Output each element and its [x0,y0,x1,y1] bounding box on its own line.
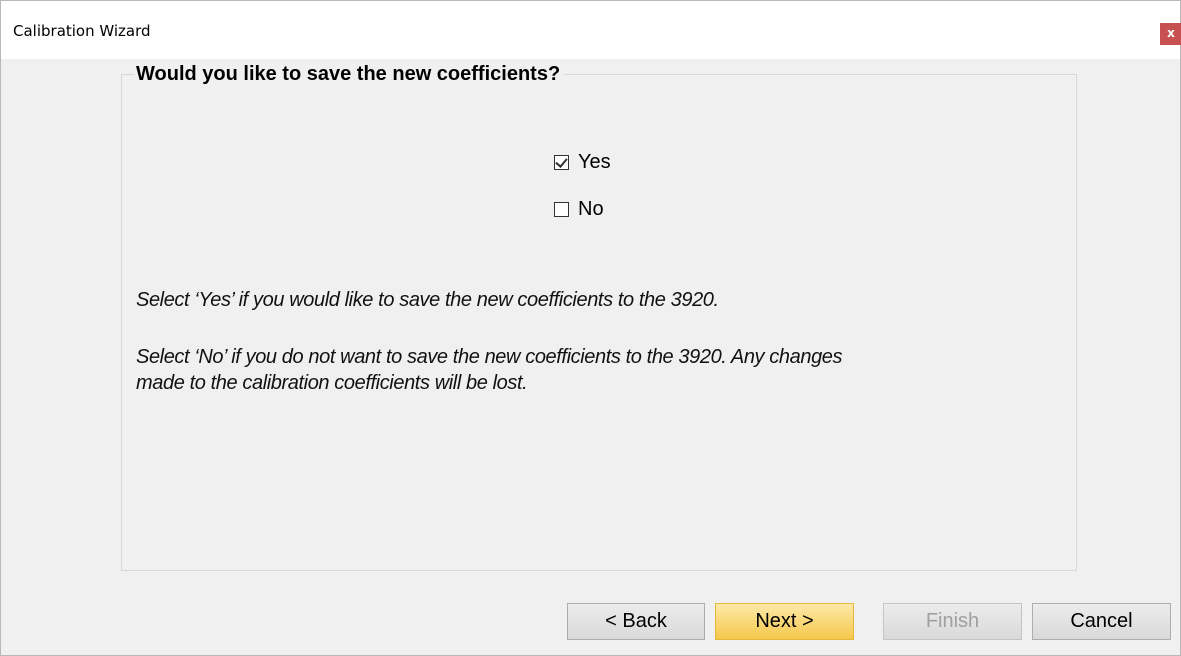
calibration-wizard-window: Calibration Wizard x Would you like to s… [0,0,1181,656]
window-title: Calibration Wizard [13,22,151,40]
checkmark-icon [555,155,568,168]
yes-label[interactable]: Yes [578,151,611,174]
no-label[interactable]: No [578,198,604,221]
next-button[interactable]: Next > [715,603,854,640]
yes-option[interactable]: Yes [554,151,611,174]
save-coefficients-groupbox [121,74,1077,571]
yes-checkbox[interactable] [554,155,569,170]
finish-button[interactable]: Finish [883,603,1022,640]
close-button[interactable]: x [1160,23,1181,45]
no-checkbox[interactable] [554,202,569,217]
cancel-button[interactable]: Cancel [1032,603,1171,640]
no-option[interactable]: No [554,198,604,221]
no-description-line2: made to the calibration coefficients wil… [136,372,528,394]
yes-description: Select ‘Yes’ if you would like to save t… [136,289,719,311]
title-bar: Calibration Wizard [1,1,1180,59]
back-button[interactable]: < Back [567,603,705,640]
group-title: Would you like to save the new coefficie… [134,63,565,86]
no-description-line1: Select ‘No’ if you do not want to save t… [136,346,843,368]
